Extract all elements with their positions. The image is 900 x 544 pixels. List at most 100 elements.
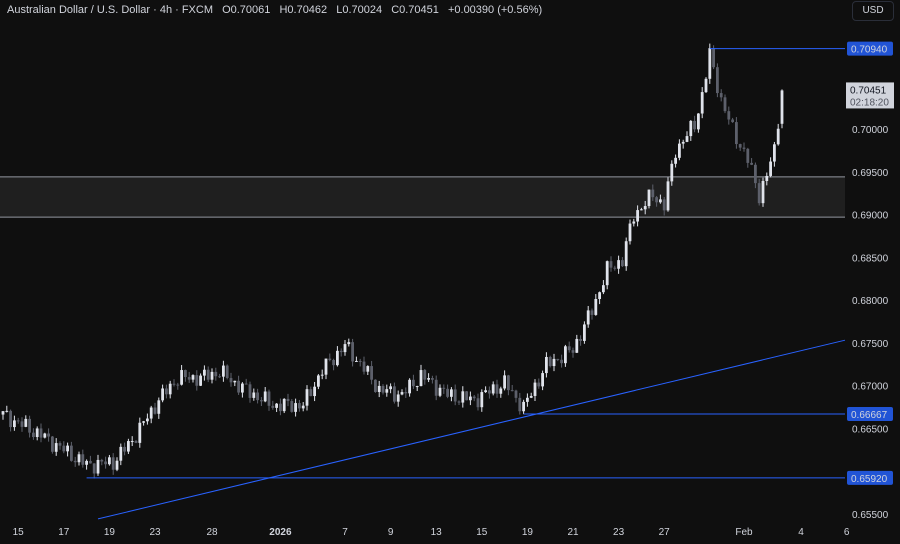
candle-body bbox=[415, 386, 419, 388]
candle-body bbox=[70, 445, 73, 461]
candle-body bbox=[575, 338, 579, 353]
candle-body bbox=[662, 199, 666, 211]
candle-body bbox=[187, 377, 191, 380]
candle-body bbox=[522, 401, 525, 412]
candle-body bbox=[446, 388, 449, 397]
candle-body bbox=[66, 445, 69, 452]
candle-body bbox=[123, 446, 126, 452]
candle-body bbox=[214, 371, 218, 377]
level-price-label: 0.66667 bbox=[851, 410, 888, 421]
candle-body bbox=[191, 375, 195, 380]
candle-body bbox=[176, 384, 180, 386]
candle-body bbox=[32, 432, 35, 438]
candle-body bbox=[127, 441, 130, 452]
candle-body bbox=[358, 360, 362, 362]
candle-body bbox=[351, 342, 354, 362]
price-tick-label: 0.65500 bbox=[852, 510, 889, 521]
support-zone bbox=[0, 176, 845, 218]
candle-body bbox=[96, 459, 100, 474]
candle-body bbox=[195, 375, 199, 386]
time-tick-label: 23 bbox=[149, 527, 161, 538]
candle-body bbox=[438, 387, 442, 396]
candle-body bbox=[294, 403, 297, 412]
candle-body bbox=[431, 378, 434, 380]
candle-body bbox=[54, 443, 58, 452]
candle-body bbox=[343, 344, 347, 353]
candle-body bbox=[647, 189, 651, 207]
trendline bbox=[97, 339, 846, 520]
candle-body bbox=[328, 358, 332, 360]
candle-body bbox=[586, 310, 590, 325]
candle-body bbox=[750, 162, 753, 165]
candle-body bbox=[590, 310, 594, 315]
candle-body bbox=[780, 90, 784, 124]
candle-body bbox=[203, 369, 206, 376]
candle-body bbox=[237, 380, 240, 393]
candle-body bbox=[77, 454, 81, 463]
candle-body bbox=[738, 144, 742, 148]
candle-body bbox=[469, 396, 472, 401]
candle-body bbox=[476, 398, 480, 408]
time-tick-label: 17 bbox=[58, 527, 70, 538]
candle-body bbox=[146, 418, 149, 422]
candle-body bbox=[548, 356, 552, 367]
candle-body bbox=[58, 443, 62, 446]
candle-body bbox=[719, 93, 723, 98]
candle-body bbox=[659, 199, 662, 203]
price-chart[interactable]: 0.70000 0.69500 0.69000 0.68500 0.68000 0.675… bbox=[0, 0, 900, 544]
candle-body bbox=[252, 392, 256, 398]
candle-body bbox=[472, 396, 476, 399]
candle-body bbox=[149, 407, 153, 419]
candle-body bbox=[605, 261, 609, 286]
candle-body bbox=[282, 398, 286, 412]
candle-body bbox=[769, 161, 772, 176]
candle-body bbox=[419, 370, 423, 387]
candle-body bbox=[39, 428, 43, 438]
candle-body bbox=[693, 120, 696, 130]
candle-body bbox=[92, 463, 96, 474]
candle-body bbox=[643, 206, 647, 210]
candle-body bbox=[35, 428, 39, 438]
candle-body bbox=[560, 359, 563, 364]
candle-body bbox=[184, 370, 187, 378]
candle-body bbox=[716, 67, 719, 94]
candle-body bbox=[617, 260, 620, 269]
time-tick-label: 15 bbox=[476, 527, 488, 538]
candle-body bbox=[503, 375, 506, 389]
candle-body bbox=[666, 181, 670, 211]
candle-body bbox=[545, 356, 548, 374]
candle-body bbox=[408, 379, 411, 394]
candle-body bbox=[556, 358, 560, 360]
candle-body bbox=[453, 389, 457, 402]
candle-body bbox=[301, 405, 305, 409]
candle-body bbox=[708, 48, 712, 79]
time-tick-label: 27 bbox=[659, 527, 671, 538]
candle-body bbox=[442, 387, 446, 389]
candle-body bbox=[700, 92, 704, 114]
price-tick-label: 0.66500 bbox=[852, 424, 889, 435]
candle-body bbox=[697, 113, 700, 130]
candle-body bbox=[5, 410, 9, 412]
candle-body bbox=[583, 324, 586, 341]
candle-body bbox=[651, 189, 655, 198]
candle-body bbox=[62, 445, 66, 452]
level-price-label: 0.70940 bbox=[851, 45, 888, 56]
candle-body bbox=[488, 390, 491, 394]
candle-body bbox=[260, 400, 263, 402]
candle-body bbox=[51, 436, 54, 452]
candle-body bbox=[461, 391, 465, 403]
candle-body bbox=[199, 375, 202, 386]
price-tick-label: 0.67000 bbox=[852, 382, 889, 393]
candle-body bbox=[381, 385, 385, 393]
candle-body bbox=[138, 422, 142, 443]
candle-body bbox=[263, 391, 267, 402]
candle-body bbox=[119, 446, 123, 461]
candle-body bbox=[73, 460, 77, 463]
time-tick-label: 9 bbox=[388, 527, 394, 538]
candle-body bbox=[298, 403, 301, 409]
candle-body bbox=[81, 454, 85, 465]
candle-body bbox=[541, 373, 544, 387]
candle-body bbox=[210, 371, 214, 380]
candle-body bbox=[685, 136, 689, 142]
candle-body bbox=[457, 401, 461, 403]
